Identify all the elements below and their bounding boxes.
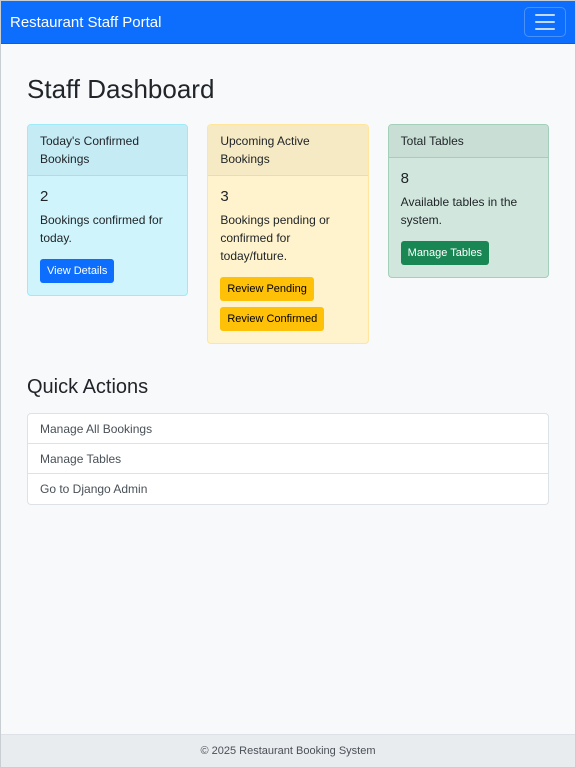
main-content: Staff Dashboard Today's Confirmed Bookin… [1,74,575,505]
hamburger-icon [535,14,555,16]
card-header: Total Tables [388,125,548,158]
total-tables-card: Total Tables 8 Available tables in the s… [387,124,549,278]
card-header: Upcoming Active Bookings [208,125,368,176]
card-count: 2 [40,188,49,205]
confirmed-bookings-card: Today's Confirmed Bookings 2 Bookings co… [27,124,189,296]
card-count: 3 [220,188,229,205]
page-title: Staff Dashboard [27,74,215,104]
stat-cards: Today's Confirmed Bookings 2 Bookings co… [27,124,549,344]
card-body: 2 Bookings confirmed for today. View Det… [28,176,187,295]
card-text: Bookings confirmed for today. [40,213,163,245]
review-pending-button[interactable]: Review Pending [220,277,314,301]
card-body: 8 Available tables in the system. Manage… [389,158,548,277]
card-count: 8 [400,170,409,187]
card-body: 3 Bookings pending or confirmed for toda… [208,176,367,343]
review-confirmed-button[interactable]: Review Confirmed [220,307,325,331]
quick-actions-list: Manage All Bookings Manage Tables Go to … [27,413,549,505]
hamburger-icon [535,21,555,23]
django-admin-link[interactable]: Go to Django Admin [28,474,548,504]
active-bookings-card: Upcoming Active Bookings 3 Bookings pend… [207,124,369,344]
manage-tables-link[interactable]: Manage Tables [28,444,548,474]
navbar-brand[interactable]: Restaurant Staff Portal [10,14,161,31]
footer: © 2025 Restaurant Booking System [1,734,575,767]
card-text: Available tables in the system. [400,195,518,227]
card-text: Bookings pending or confirmed for today/… [220,213,330,263]
navbar: Restaurant Staff Portal [1,1,575,44]
view-details-button[interactable]: View Details [40,259,115,283]
manage-tables-button[interactable]: Manage Tables [400,241,490,265]
card-header: Today's Confirmed Bookings [28,125,188,176]
footer-text: © 2025 Restaurant Booking System [200,745,376,757]
manage-all-bookings-link[interactable]: Manage All Bookings [28,414,548,444]
quick-actions-title: Quick Actions [27,376,149,398]
hamburger-icon [535,28,555,30]
navbar-toggler-button[interactable] [524,7,566,37]
